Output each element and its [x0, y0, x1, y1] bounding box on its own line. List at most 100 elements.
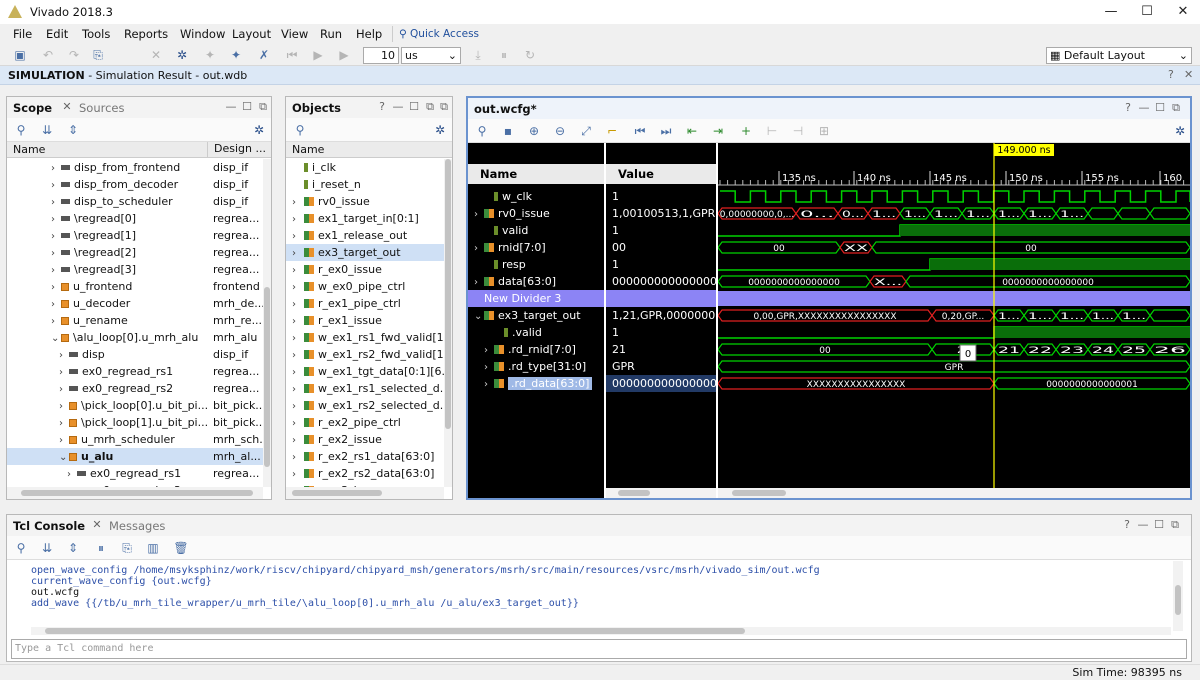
maximize-panel-icon[interactable]: ☐ [241, 100, 253, 113]
help-icon[interactable]: ? [1122, 101, 1134, 114]
waveform-canvas[interactable]: 135 ns 140 ns 145 ns 150 ns 155 ns 160 0,00000… [718, 143, 1190, 501]
close-tab-icon[interactable]: ✕ [91, 518, 103, 531]
save-icon[interactable]: ▪ [498, 122, 518, 140]
scope-hscroll[interactable] [7, 487, 263, 499]
chevron-right-icon[interactable]: › [51, 160, 61, 176]
signal-name-row[interactable]: ⌄ ex3_target_out [468, 307, 604, 324]
chevron-right-icon[interactable]: › [484, 376, 494, 392]
signal-name-row[interactable]: › .rd_rnid[7:0] [468, 341, 604, 358]
signal-name-row[interactable]: › data[63:0] [468, 273, 604, 290]
object-row[interactable]: › w_ex1_rs2_fwd_valid[1:0] [286, 346, 444, 363]
chevron-right-icon[interactable]: › [292, 398, 302, 414]
run-unit-select[interactable]: us ⌄ [401, 47, 461, 64]
object-row[interactable]: › r_ex1_pipe_ctrl [286, 295, 444, 312]
float-panel-icon[interactable]: ⧉ [1170, 101, 1182, 115]
chevron-right-icon[interactable]: › [59, 381, 69, 397]
objects-vscroll[interactable] [444, 159, 452, 487]
chevron-right-icon[interactable]: › [292, 228, 302, 244]
scope-tree-row[interactable]: › ex0_regread_rs1 regrea... [7, 363, 263, 380]
scope-tree-row[interactable]: › disp_from_frontend disp_if [7, 159, 263, 176]
autoconnect-icon[interactable]: ✦ [200, 46, 220, 64]
relaunch-icon[interactable]: ↻ [520, 46, 540, 64]
table-icon[interactable]: ▥ [143, 539, 163, 557]
menu-run[interactable]: Run [320, 27, 342, 41]
chevron-right-icon[interactable]: › [292, 466, 302, 482]
tab-tcl-console[interactable]: Tcl Console [13, 519, 85, 533]
chevron-right-icon[interactable]: › [292, 313, 302, 329]
chevron-right-icon[interactable]: › [292, 330, 302, 346]
maximize-panel-icon[interactable]: ☐ [1154, 101, 1166, 114]
chevron-right-icon[interactable]: › [59, 432, 69, 448]
chevron-right-icon[interactable]: › [51, 313, 61, 329]
help-icon[interactable]: ? [1121, 518, 1133, 531]
chevron-right-icon[interactable]: › [59, 398, 69, 414]
tab-sources[interactable]: Sources [79, 101, 125, 115]
object-row[interactable]: › r_ex2_rs2_data[63:0] [286, 465, 444, 482]
tab-objects[interactable]: Objects [292, 101, 341, 115]
menu-edit[interactable]: Edit [46, 27, 68, 41]
signal-name-row[interactable]: resp [468, 256, 604, 273]
scope-tree-row[interactable]: › ex0_regread_rs2 regrea... [7, 380, 263, 397]
minimize-panel-icon[interactable]: — [1137, 518, 1149, 531]
console-vscroll[interactable] [1173, 561, 1183, 631]
chevron-right-icon[interactable]: › [59, 415, 69, 431]
add-marker-icon[interactable]: + [736, 122, 756, 140]
chevron-right-icon[interactable]: › [292, 211, 302, 227]
delete-icon[interactable]: ✕ [146, 46, 166, 64]
object-row[interactable]: › r_ex2_rs1_data[63:0] [286, 448, 444, 465]
object-row[interactable]: i_clk [286, 159, 444, 176]
redo-icon[interactable]: ↷ [64, 46, 84, 64]
collapse-all-icon[interactable]: ⇊ [37, 121, 57, 139]
chevron-right-icon[interactable]: › [51, 245, 61, 261]
scope-tree-row[interactable]: › \regread[1] regrea... [7, 227, 263, 244]
settings-icon[interactable]: ✲ [172, 46, 192, 64]
object-row[interactable]: › w_ex1_rs1_selected_d... [286, 380, 444, 397]
menu-layout[interactable]: Layout [232, 27, 271, 41]
chevron-right-icon[interactable]: › [51, 211, 61, 227]
chevron-right-icon[interactable]: › [51, 194, 61, 210]
object-row[interactable]: › w_ex1_rs1_fwd_valid[1:0] [286, 329, 444, 346]
scope-tree-row[interactable]: › disp_from_decoder disp_if [7, 176, 263, 193]
float-panel-icon[interactable]: ⧉ [1169, 518, 1181, 532]
run-for-icon[interactable]: ▶ [334, 46, 354, 64]
chevron-right-icon[interactable]: › [292, 296, 302, 312]
scope-tree-row[interactable]: › ex0_regread_rs1 regrea... [7, 465, 263, 482]
object-row[interactable]: › r_ex2_pipe_ctrl [286, 414, 444, 431]
scope-tree-row[interactable]: › \pick_loop[1].u_bit_pi... bit_pick... [7, 414, 263, 431]
restart-icon[interactable]: ⏮ [282, 46, 302, 64]
scope-tree-row[interactable]: › \regread[3] regrea... [7, 261, 263, 278]
chevron-right-icon[interactable]: › [51, 262, 61, 278]
tab-waveform[interactable]: out.wcfg* [474, 102, 537, 116]
chevron-right-icon[interactable]: › [51, 279, 61, 295]
gear-icon[interactable]: ✲ [430, 121, 450, 139]
chevron-right-icon[interactable]: › [292, 432, 302, 448]
previous-marker-icon[interactable]: ⊢ [762, 122, 782, 140]
chevron-right-icon[interactable]: › [292, 415, 302, 431]
zoom-in-icon[interactable]: ⊕ [524, 122, 544, 140]
close-tab-icon[interactable]: ✕ [61, 100, 73, 113]
object-row[interactable]: › w_ex1_rs2_selected_d... [286, 397, 444, 414]
compile-icon[interactable]: ✦ [226, 46, 246, 64]
menu-help[interactable]: Help [356, 27, 382, 41]
chevron-right-icon[interactable]: › [59, 347, 69, 363]
divider-row[interactable]: New Divider 3 [468, 290, 604, 307]
waveform-hscroll[interactable] [718, 488, 1190, 498]
break-icon[interactable]: ⏸ [494, 46, 514, 64]
go-to-start-icon[interactable]: ⏮ [630, 122, 650, 140]
chevron-right-icon[interactable]: › [484, 342, 494, 358]
chevron-down-icon[interactable]: ⌄ [474, 308, 484, 324]
scope-tree-row[interactable]: › u_rename mrh_re... [7, 312, 263, 329]
search-icon[interactable]: ⚲ [472, 122, 492, 140]
minimize-panel-icon[interactable]: — [225, 100, 237, 113]
chevron-right-icon[interactable]: › [51, 177, 61, 193]
swap-cursors-icon[interactable]: ⊞ [814, 122, 834, 140]
search-icon[interactable]: ⚲ [290, 121, 310, 139]
object-row[interactable]: › rv0_issue [286, 193, 444, 210]
objects-hscroll[interactable] [286, 487, 444, 499]
chevron-right-icon[interactable]: › [474, 240, 484, 256]
maximize-icon[interactable]: ☐ [1130, 2, 1164, 22]
console-hscroll[interactable] [31, 627, 1171, 635]
pause-icon[interactable]: ⏸ [91, 539, 111, 557]
object-row[interactable]: i_reset_n [286, 176, 444, 193]
chevron-right-icon[interactable]: › [484, 359, 494, 375]
